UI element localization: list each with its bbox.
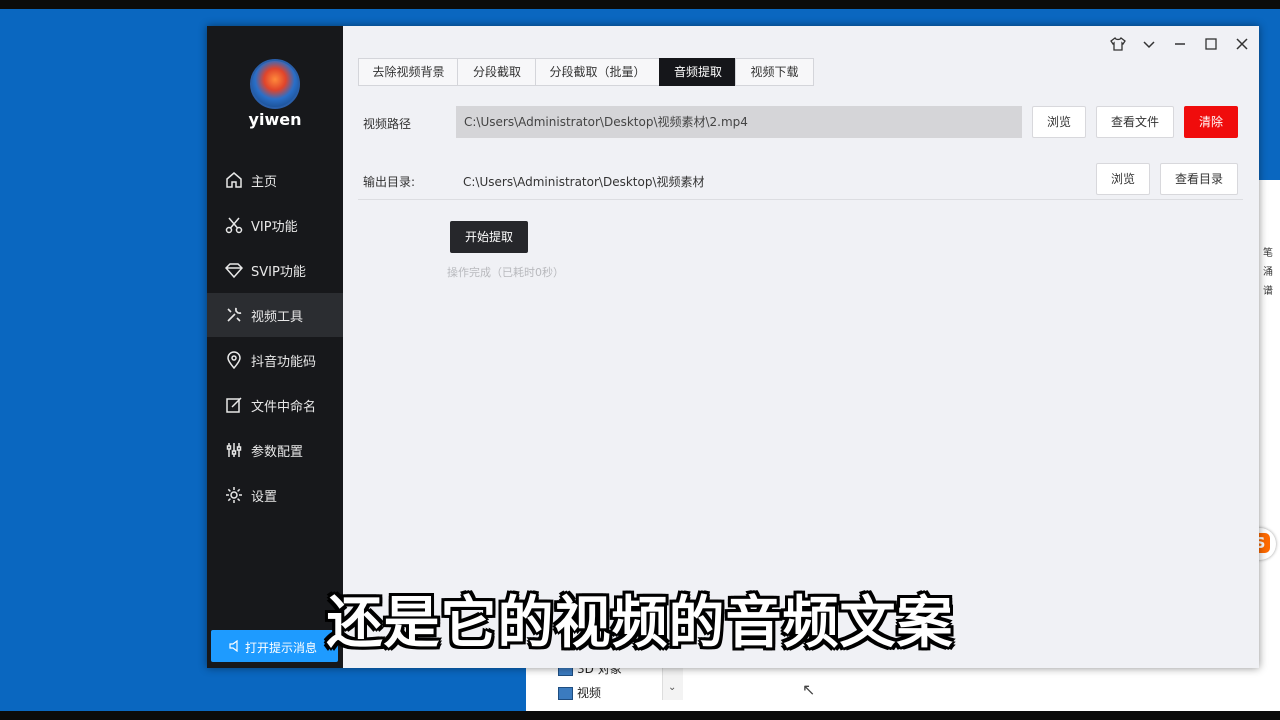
maximize-button[interactable] — [1200, 34, 1222, 54]
start-extract-button[interactable]: 开始提取 — [450, 221, 528, 253]
top-black-bar — [0, 0, 1280, 9]
output-dir-value: C:\Users\Administrator\Desktop\视频素材 — [463, 175, 705, 189]
sidebar-item-label: 文件中命名 — [251, 400, 317, 415]
sidebar: yiwen 主页 VIP功能 SVIP功能 视频工具 抖音功能码 文件中命名 参… — [207, 26, 343, 668]
tab-segment-cut-batch[interactable]: 分段截取（批量） — [535, 58, 660, 86]
menu-dropdown-button[interactable] — [1138, 34, 1160, 54]
explorer-item-label: 视频 — [577, 686, 602, 700]
browse-video-button[interactable]: 浏览 — [1032, 106, 1086, 138]
output-dir-label: 输出目录: — [363, 175, 416, 189]
folder-video-icon — [558, 687, 573, 700]
sidebar-item-label: 主页 — [251, 175, 278, 190]
diamond-icon — [225, 263, 243, 279]
sidebar-item-label: 参数配置 — [251, 445, 304, 460]
sidebar-item-label: 设置 — [251, 490, 278, 505]
sidebar-item-settings[interactable]: 设置 — [207, 473, 343, 517]
chevron-down-icon[interactable]: ⌄ — [668, 682, 676, 693]
mouse-cursor-icon: ↖ — [802, 680, 816, 699]
minimize-button[interactable] — [1169, 34, 1191, 54]
shirt-icon — [1110, 37, 1126, 51]
sliders-icon — [226, 443, 242, 457]
sidebar-item-label: 抖音功能码 — [251, 355, 317, 370]
video-path-field[interactable]: C:\Users\Administrator\Desktop\视频素材\2.mp… — [456, 106, 1022, 138]
video-path-label: 视频路径 — [363, 117, 412, 131]
clear-button[interactable]: 清除 — [1184, 106, 1238, 138]
tab-segment-cut[interactable]: 分段截取 — [457, 58, 537, 86]
sidebar-item-label: VIP功能 — [251, 220, 298, 235]
minimize-icon — [1175, 43, 1185, 45]
sidebar-item-svip[interactable]: SVIP功能 — [207, 248, 343, 292]
view-dir-button[interactable]: 查看目录 — [1160, 163, 1238, 195]
chevron-down-icon — [1143, 41, 1155, 49]
row-divider — [358, 199, 1243, 200]
home-icon — [226, 172, 242, 188]
view-file-button[interactable]: 查看文件 — [1096, 106, 1174, 138]
skin-button[interactable] — [1107, 34, 1129, 54]
edit-icon — [226, 397, 242, 413]
bottom-black-bar — [0, 711, 1280, 720]
explorer-item-videos[interactable]: 视频 — [558, 684, 601, 701]
tab-remove-background[interactable]: 去除视频背景 — [358, 58, 459, 86]
sidebar-item-douyin-code[interactable]: 抖音功能码 — [207, 338, 343, 382]
gear-icon — [226, 487, 242, 503]
maximize-icon — [1205, 38, 1217, 50]
video-subtitle: 还是它的视频的音频文案 — [326, 591, 954, 656]
scissors-icon — [225, 217, 243, 234]
sidebar-item-home[interactable]: 主页 — [207, 158, 343, 202]
sidebar-item-vip[interactable]: VIP功能 — [207, 203, 343, 247]
sidebar-item-label: 视频工具 — [251, 310, 304, 325]
app-logo — [250, 59, 300, 109]
username: yiwen — [248, 110, 302, 129]
sidebar-item-video-tools[interactable]: 视频工具 — [207, 293, 343, 337]
sidebar-item-file-rename[interactable]: 文件中命名 — [207, 383, 343, 427]
sidebar-item-label: SVIP功能 — [251, 265, 306, 280]
sidebar-item-params[interactable]: 参数配置 — [207, 428, 343, 472]
close-button[interactable] — [1231, 34, 1253, 54]
tab-video-download[interactable]: 视频下载 — [735, 58, 814, 86]
location-pin-icon — [227, 351, 241, 369]
status-text: 操作完成（已耗时0秒） — [447, 266, 564, 279]
app-window: yiwen 主页 VIP功能 SVIP功能 视频工具 抖音功能码 文件中命名 参… — [207, 26, 1259, 668]
tab-audio-extract[interactable]: 音频提取 — [659, 58, 737, 86]
close-icon — [1236, 38, 1248, 50]
tools-icon — [227, 307, 242, 322]
browse-output-button[interactable]: 浏览 — [1096, 163, 1150, 195]
